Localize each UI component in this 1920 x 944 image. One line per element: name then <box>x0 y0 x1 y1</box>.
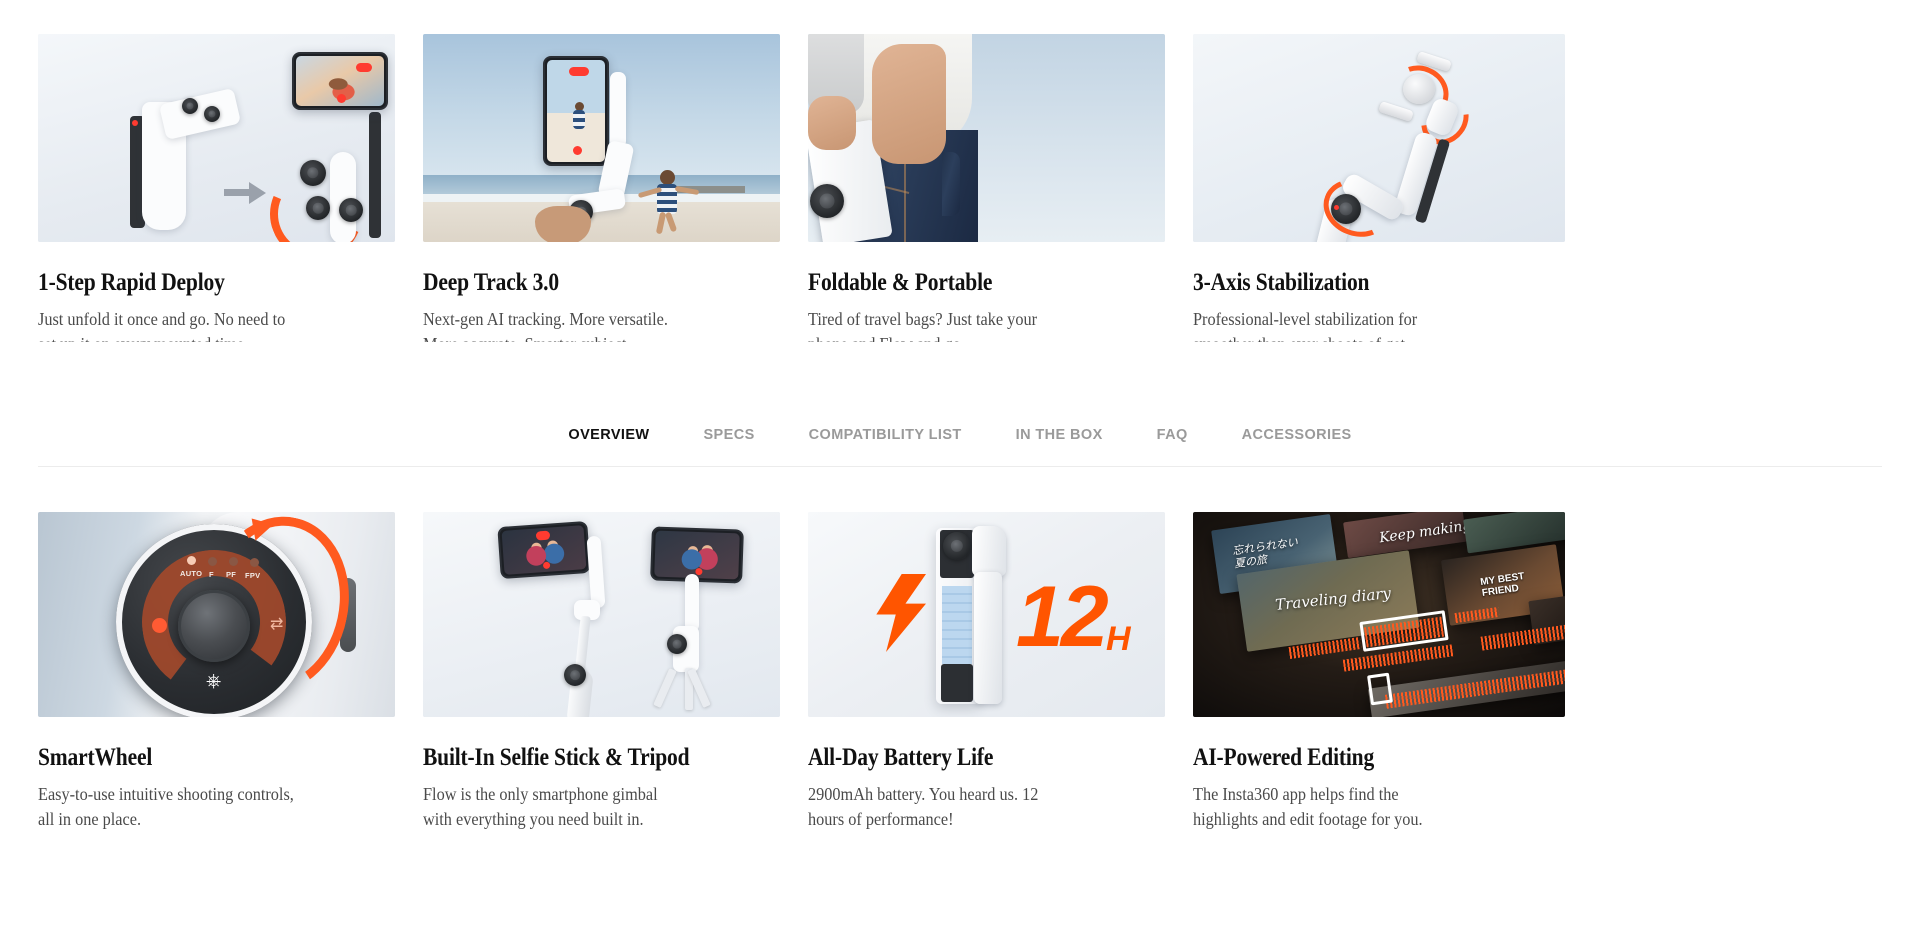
feature-description-clipped: smoother than ever shoots of get. <box>1193 332 1565 342</box>
dial-mode-auto: AUTO <box>180 569 203 578</box>
feature-card-deep-track[interactable]: Deep Track 3.0 Next-gen AI tracking. Mor… <box>423 34 780 342</box>
feature-card-ai-editing[interactable]: Keep making 忘れられない 夏の旅 Traveling diary MY… <box>1193 512 1565 832</box>
record-button-icon[interactable] <box>152 618 167 633</box>
feature-description-line2: highlights and edit footage for you. <box>1193 809 1423 829</box>
power-icon[interactable]: ⎈ <box>206 672 221 691</box>
feature-description: Tired of travel bags? Just take your <box>808 309 1038 329</box>
feature-description-line1: Flow is the only smartphone gimbal <box>423 784 658 804</box>
feature-title: All-Day Battery Life <box>808 744 994 771</box>
feature-image-rapid-deploy <box>38 34 395 242</box>
battery-hours-unit: H <box>1106 620 1131 658</box>
tab-specs[interactable]: SPECS <box>703 421 754 449</box>
feature-description-clipped: More accurate. Smarter subject. <box>423 332 780 342</box>
feature-description: Next-gen AI tracking. More versatile. <box>423 309 668 329</box>
feature-title: Built-In Selfie Stick & Tripod <box>423 744 690 771</box>
feature-title: Foldable & Portable <box>808 269 993 296</box>
feature-title: AI-Powered Editing <box>1193 744 1375 771</box>
feature-title: Deep Track 3.0 <box>423 269 559 296</box>
feature-row-top: 1-Step Rapid Deploy Just unfold it once … <box>38 34 1882 342</box>
feature-image-battery: 12 H <box>808 512 1165 717</box>
feature-card-battery[interactable]: 12 H All-Day Battery Life 2900mAh batter… <box>808 512 1165 832</box>
feature-title: 1-Step Rapid Deploy <box>38 269 225 296</box>
feature-title: 3-Axis Stabilization <box>1193 269 1370 296</box>
feature-description-line1: Easy-to-use intuitive shooting controls, <box>38 784 294 804</box>
product-feature-page: 1-Step Rapid Deploy Just unfold it once … <box>0 0 1920 944</box>
tab-in-the-box[interactable]: IN THE BOX <box>1016 421 1103 449</box>
feature-description-line2: with everything you need built in. <box>423 809 644 829</box>
feature-description-clipped: phone and Flow and go. <box>808 332 1165 342</box>
feature-image-selfie-stick <box>423 512 780 717</box>
feature-description-line2: hours of performance! <box>808 809 954 829</box>
feature-description-line1: The Insta360 app helps find the <box>1193 784 1399 804</box>
feature-description: Just unfold it once and go. No need to <box>38 309 286 329</box>
feature-image-smartwheel: AUTO F PF FPV ⇄ ⎈ <box>38 512 395 717</box>
feature-card-smartwheel[interactable]: AUTO F PF FPV ⇄ ⎈ SmartWheel Easy-to-use… <box>38 512 395 832</box>
feature-description-line1: 2900mAh battery. You heard us. 12 <box>808 784 1039 804</box>
tab-bar-divider <box>38 466 1882 467</box>
feature-image-foldable <box>808 34 1165 242</box>
feature-title: SmartWheel <box>38 744 153 771</box>
tab-accessories[interactable]: ACCESSORIES <box>1242 421 1352 449</box>
tab-list: OVERVIEW SPECS COMPATIBILITY LIST IN THE… <box>568 421 1351 449</box>
feature-card-foldable[interactable]: Foldable & Portable Tired of travel bags… <box>808 34 1165 342</box>
feature-card-selfie-stick[interactable]: Built-In Selfie Stick & Tripod Flow is t… <box>423 512 780 832</box>
tab-faq[interactable]: FAQ <box>1157 421 1188 449</box>
feature-card-rapid-deploy[interactable]: 1-Step Rapid Deploy Just unfold it once … <box>38 34 395 342</box>
tab-overview[interactable]: OVERVIEW <box>568 421 649 449</box>
section-tab-bar[interactable]: OVERVIEW SPECS COMPATIBILITY LIST IN THE… <box>0 392 1920 468</box>
battery-hours-number: 12 <box>1016 569 1109 665</box>
feature-description: Professional-level stabilization for <box>1193 309 1418 329</box>
feature-description-clipped: set up it on every mounted time. <box>38 332 395 342</box>
feature-image-ai-editing: Keep making 忘れられない 夏の旅 Traveling diary MY… <box>1193 512 1565 717</box>
tab-compatibility-list[interactable]: COMPATIBILITY LIST <box>809 421 962 449</box>
feature-row-bottom: AUTO F PF FPV ⇄ ⎈ SmartWheel Easy-to-use… <box>38 512 1882 832</box>
feature-card-three-axis[interactable]: 3-Axis Stabilization Professional-level … <box>1193 34 1565 342</box>
feature-description-line2: all in one place. <box>38 809 142 829</box>
feature-image-three-axis <box>1193 34 1565 242</box>
feature-image-deep-track <box>423 34 780 242</box>
